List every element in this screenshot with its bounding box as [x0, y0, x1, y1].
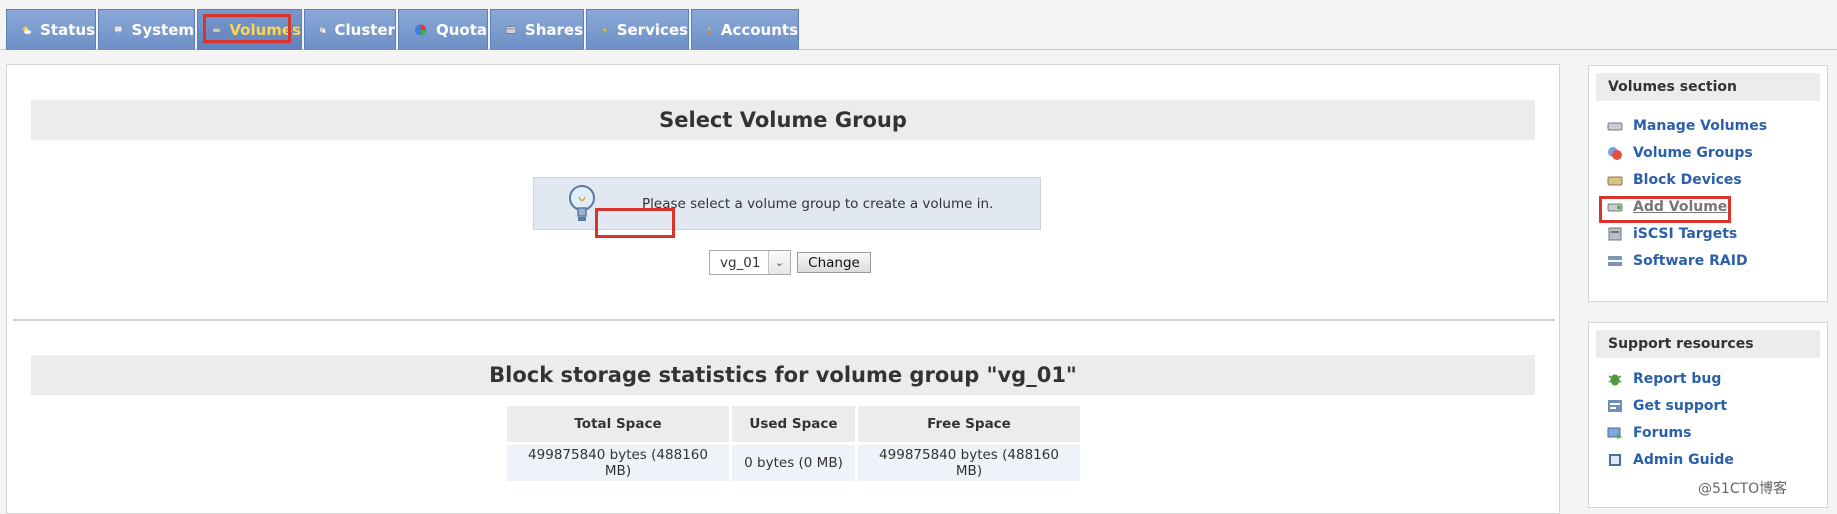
support-resources-title: Support resources	[1596, 330, 1820, 358]
sidebar-item-label: Report bug	[1633, 371, 1722, 387]
tab-cluster[interactable]: Cluster	[304, 9, 396, 50]
tab-shares[interactable]: Shares	[490, 9, 584, 50]
sidebar-item-forums[interactable]: Forums	[1607, 423, 1691, 443]
tab-label: Quota	[435, 21, 487, 39]
share-icon	[505, 26, 517, 34]
select-volume-group-title: Select Volume Group	[31, 100, 1535, 140]
sidebar-item-label: Manage Volumes	[1633, 118, 1768, 134]
sidebar-item-report-bug[interactable]: Report bug	[1607, 369, 1721, 389]
table-cell: 499875840 bytes (488160 MB)	[858, 445, 1080, 481]
lightbulb-icon	[569, 184, 595, 221]
watermark: @51CTO博客	[1698, 481, 1788, 497]
info-notice: Please select a volume group to create a…	[533, 177, 1041, 230]
column-header: Used Space	[732, 406, 855, 442]
select-value: vg_01	[720, 254, 761, 271]
sidebar-item-volume-groups[interactable]: Volume Groups	[1607, 143, 1753, 163]
bug-icon	[1608, 374, 1622, 386]
tab-system[interactable]: System	[98, 9, 195, 50]
add-volume-icon	[1607, 203, 1623, 212]
tab-label: Status	[40, 21, 95, 39]
sidebar-item-label: Volume Groups	[1633, 145, 1753, 161]
volumes-section-title: Volumes section	[1596, 73, 1820, 101]
sidebar-item-label: Block Devices	[1633, 172, 1742, 188]
tab-label: Accounts	[720, 21, 798, 39]
raid-icon	[1608, 256, 1622, 266]
change-button[interactable]: Change	[797, 252, 871, 273]
sidebar-item-block-devices[interactable]: Block Devices	[1607, 170, 1742, 190]
sidebar-item-manage-volumes[interactable]: Manage Volumes	[1607, 116, 1767, 136]
stats-table: Total Space Used Space Free Space 499875…	[504, 403, 1083, 484]
tab-label: System	[131, 21, 194, 39]
block-device-icon	[1607, 176, 1623, 186]
cluster-icon	[319, 27, 326, 34]
iscsi-icon	[1608, 227, 1622, 241]
sidebar-item-get-support[interactable]: Get support	[1607, 396, 1727, 416]
table-row: 499875840 bytes (488160 MB) 0 bytes (0 M…	[507, 445, 1080, 481]
column-header: Free Space	[858, 406, 1080, 442]
sidebar-item-label: Admin Guide	[1633, 452, 1734, 468]
table-header-row: Total Space Used Space Free Space	[507, 406, 1080, 442]
tab-label: Volumes	[229, 21, 301, 39]
volumes-section-panel: Volumes section Manage Volumes Volume Gr…	[1588, 65, 1828, 302]
drive-icon	[212, 28, 221, 33]
sidebar-item-label: Forums	[1633, 425, 1692, 441]
book-icon	[1609, 454, 1621, 466]
computer-icon	[114, 25, 123, 34]
forum-icon	[1607, 427, 1622, 439]
drive-icon	[1607, 122, 1623, 131]
table-cell: 499875840 bytes (488160 MB)	[507, 445, 729, 481]
tab-services[interactable]: Services	[586, 9, 689, 50]
tab-label: Services	[616, 21, 688, 39]
column-header: Total Space	[507, 406, 729, 442]
sidebar-item-software-raid[interactable]: Software RAID	[1607, 251, 1748, 271]
tab-status[interactable]: Status	[6, 9, 96, 50]
section-divider	[13, 319, 1555, 321]
accounts-icon	[706, 27, 712, 33]
tab-accounts[interactable]: Accounts	[691, 9, 799, 50]
support-icon	[1608, 400, 1622, 412]
sidebar-item-iscsi-targets[interactable]: iSCSI Targets	[1607, 224, 1737, 244]
main-nav-tabs: Status System Volumes Cluster Quota Shar…	[0, 0, 1837, 50]
volume-group-icon	[1608, 147, 1622, 160]
sidebar-item-label: Get support	[1633, 398, 1728, 414]
sidebar-item-label: iSCSI Targets	[1633, 226, 1738, 242]
sidebar-item-label: Add Volume	[1633, 199, 1728, 215]
weather-icon	[23, 26, 32, 35]
tab-label: Cluster	[334, 21, 396, 39]
pie-icon	[415, 24, 426, 36]
stats-title: Block storage statistics for volume grou…	[31, 355, 1535, 395]
tab-quota[interactable]: Quota	[398, 9, 488, 50]
tab-label: Shares	[524, 21, 583, 39]
table-cell: 0 bytes (0 MB)	[732, 445, 855, 481]
chevron-down-icon[interactable]: ⌄	[768, 251, 790, 274]
tab-volumes[interactable]: Volumes	[197, 9, 302, 50]
lightning-icon	[602, 26, 608, 34]
sidebar-item-add-volume[interactable]: Add Volume	[1607, 197, 1727, 217]
notice-text: Please select a volume group to create a…	[642, 195, 994, 212]
main-panel: Select Volume Group Please select a volu…	[6, 64, 1560, 514]
sidebar-item-label: Software RAID	[1633, 253, 1748, 269]
sidebar-item-admin-guide[interactable]: Admin Guide	[1607, 450, 1734, 470]
volume-group-select[interactable]: vg_01 ⌄	[709, 250, 791, 275]
